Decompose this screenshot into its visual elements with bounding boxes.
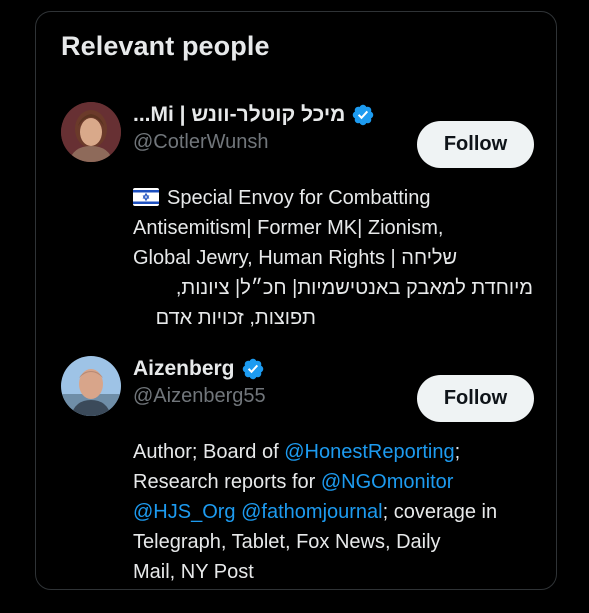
follow-button[interactable]: Follow xyxy=(417,375,534,422)
bio-text: Special Envoy for Combatting xyxy=(167,187,431,209)
bio-text: ; xyxy=(454,441,461,463)
avatar-man-photo-icon xyxy=(61,356,121,416)
bio-line: Author; Board of @HonestReporting; xyxy=(133,437,543,467)
bio-line: Special Envoy for Combatting xyxy=(133,183,543,213)
avatar-woman-photo-icon xyxy=(61,102,121,162)
panel-title: Relevant people xyxy=(61,31,270,61)
verified-badge-icon xyxy=(353,104,374,126)
mention-link[interactable]: @HJS_Org xyxy=(133,501,236,523)
user-bio: Author; Board of @HonestReporting; Resea… xyxy=(133,437,543,587)
follow-button[interactable]: Follow xyxy=(417,121,534,168)
avatar[interactable] xyxy=(61,102,121,162)
bio-text: Author; Board of xyxy=(133,441,285,463)
bio-text-hebrew: מיוחדת למאבק באנטישמיות| חכ״ל| ציונות, xyxy=(175,277,533,299)
bio-text: Telegraph, Tablet, Fox News, Daily xyxy=(133,531,441,553)
bio-text: Research reports for xyxy=(133,471,321,493)
relevant-people-panel: Relevant people מיכל קוטלר-וונש | Mi... … xyxy=(35,11,557,590)
bio-text-hebrew: שליחה xyxy=(401,247,458,269)
user-bio: Special Envoy for Combatting Antisemitis… xyxy=(133,183,543,333)
bio-line: Research reports for @NGOmonitor xyxy=(133,467,543,497)
avatar[interactable] xyxy=(61,356,121,416)
display-name[interactable]: מיכל קוטלר-וונש | Mi... xyxy=(133,103,345,127)
bio-text: Mail, NY Post xyxy=(133,561,254,583)
user-handle[interactable]: @Aizenberg55 xyxy=(133,385,266,408)
mention-link[interactable]: @HonestReporting xyxy=(284,441,454,463)
display-name[interactable]: Aizenberg xyxy=(133,357,235,381)
name-row: Aizenberg xyxy=(133,355,265,383)
verified-badge-icon xyxy=(242,358,263,380)
bio-line: @HJS_Org @fathomjournal; coverage in xyxy=(133,497,543,527)
mention-link[interactable]: @NGOmonitor xyxy=(321,471,454,493)
bio-line: תפוצות, זכויות אדם xyxy=(133,303,316,333)
bio-text: Global Jewry, Human Rights | xyxy=(133,247,396,269)
user-handle[interactable]: @CotlerWunsh xyxy=(133,131,269,154)
name-row: מיכל קוטלר-וונש | Mi... xyxy=(133,101,375,129)
mention-link[interactable]: @fathomjournal xyxy=(241,501,382,523)
bio-line: Global Jewry, Human Rights | שליחה xyxy=(133,243,543,273)
bio-text-hebrew: תפוצות, זכויות אדם xyxy=(155,307,316,329)
bio-text: ; coverage in xyxy=(382,501,498,523)
israel-flag-icon xyxy=(133,188,159,206)
bio-text: Antisemitism| Former MK| Zionism, xyxy=(133,217,444,239)
